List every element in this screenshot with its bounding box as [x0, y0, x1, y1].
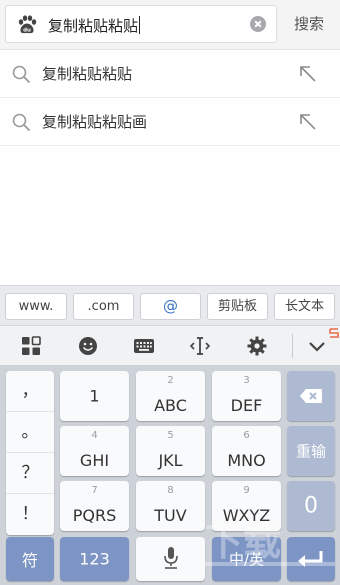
key-number: 4: [91, 430, 98, 441]
search-button[interactable]: 搜索: [284, 5, 334, 43]
search-query-text: 复制粘贴粘贴: [48, 17, 139, 35]
emoji-icon[interactable]: [77, 335, 99, 357]
key-label: DEF: [230, 396, 263, 415]
key-label: 1: [89, 386, 100, 406]
suggestion-text: 复制粘贴粘贴: [42, 65, 133, 83]
key-3-def[interactable]: 3 DEF: [212, 371, 281, 421]
suggestion-list: 复制粘贴粘贴 复制粘贴粘贴画: [0, 50, 340, 146]
fill-query-arrow-icon[interactable]: [298, 112, 318, 132]
svg-text:du: du: [23, 28, 31, 34]
list-item[interactable]: 复制粘贴粘贴: [0, 50, 340, 98]
key-number: 8: [167, 485, 174, 496]
shortcut-long-text[interactable]: 长文本: [274, 293, 335, 320]
language-toggle-button[interactable]: 中/英: [212, 537, 281, 581]
keyboard-toolbar: [0, 325, 340, 365]
keyboard-icon[interactable]: [133, 335, 155, 357]
reinput-label: 重输: [295, 442, 326, 461]
key-number: 5: [167, 430, 174, 441]
shortcut-clipboard[interactable]: 剪贴板: [207, 293, 268, 320]
key-1[interactable]: 1: [60, 371, 129, 421]
list-item[interactable]: 复制粘贴粘贴画: [0, 98, 340, 146]
enter-icon: [298, 551, 323, 567]
key-label: JKL: [158, 451, 183, 470]
punct-exclaim-key[interactable]: ！: [6, 494, 54, 535]
keyboard: ， 。 ？ ！ 1 2 ABC 3 DEF 4 GHI 5 JKL 6 MNO …: [0, 365, 340, 585]
symbol-button[interactable]: 符: [6, 537, 54, 581]
key-9-wxyz[interactable]: 9 WXYZ: [212, 481, 281, 531]
key-label: GHI: [79, 451, 110, 470]
search-input[interactable]: du 复制粘贴粘贴: [5, 5, 277, 43]
shortcut-bar: www. .com @ 剪贴板 长文本: [0, 285, 340, 325]
shortcut-www[interactable]: www.: [5, 293, 67, 320]
key-number: 6: [243, 430, 250, 441]
language-label: 中/英: [228, 550, 265, 569]
punct-comma-key[interactable]: ，: [6, 371, 54, 412]
key-4-ghi[interactable]: 4 GHI: [60, 426, 129, 476]
microphone-icon: [164, 547, 178, 569]
text-caret: [139, 16, 141, 34]
baidu-paw-icon: du: [18, 15, 37, 34]
key-label: TUV: [154, 506, 187, 525]
key-number: 9: [243, 485, 250, 496]
key-number: 3: [243, 375, 250, 386]
key-number: 2: [167, 375, 174, 386]
search-icon: [12, 113, 30, 131]
fill-query-arrow-icon[interactable]: [298, 64, 318, 84]
chevron-down-icon[interactable]: [306, 335, 328, 357]
punctuation-column: ， 。 ？ ！: [6, 371, 54, 535]
backspace-button[interactable]: [287, 371, 335, 421]
key-6-mno[interactable]: 6 MNO: [212, 426, 281, 476]
punct-period-key[interactable]: 。: [6, 412, 54, 453]
key-label: 0: [304, 493, 318, 519]
cursor-icon[interactable]: [189, 335, 211, 357]
key-label: MNO: [227, 451, 266, 470]
suggestion-text: 复制粘贴粘贴画: [42, 113, 148, 131]
key-7-pqrs[interactable]: 7 PQRS: [60, 481, 129, 531]
logo-mark-icon: [329, 328, 339, 338]
search-query: 复制粘贴粘贴: [48, 15, 141, 36]
shortcut-com[interactable]: .com: [73, 293, 134, 320]
backspace-icon: [300, 389, 322, 403]
key-label: PQRS: [72, 506, 117, 525]
space-voice-button[interactable]: [136, 537, 205, 581]
punct-question-key[interactable]: ？: [6, 453, 54, 494]
numbers-label: 123: [79, 549, 110, 569]
shortcut-at[interactable]: @: [140, 293, 201, 320]
key-2-abc[interactable]: 2 ABC: [136, 371, 205, 421]
search-bar: du 复制粘贴粘贴 搜索: [0, 0, 340, 50]
key-label: WXYZ: [222, 506, 271, 525]
key-0[interactable]: 0: [287, 481, 335, 531]
key-label: ABC: [154, 396, 187, 415]
reinput-button[interactable]: 重输: [287, 426, 335, 476]
key-number: 7: [91, 485, 98, 496]
numbers-button[interactable]: 123: [60, 537, 129, 581]
toolbar-divider: [292, 334, 293, 358]
clear-icon[interactable]: [250, 16, 266, 32]
key-8-tuv[interactable]: 8 TUV: [136, 481, 205, 531]
gear-icon[interactable]: [246, 335, 268, 357]
grid-icon[interactable]: [20, 335, 42, 357]
enter-button[interactable]: [287, 537, 335, 581]
symbol-label: 符: [21, 551, 38, 570]
search-icon: [12, 65, 30, 83]
key-5-jkl[interactable]: 5 JKL: [136, 426, 205, 476]
